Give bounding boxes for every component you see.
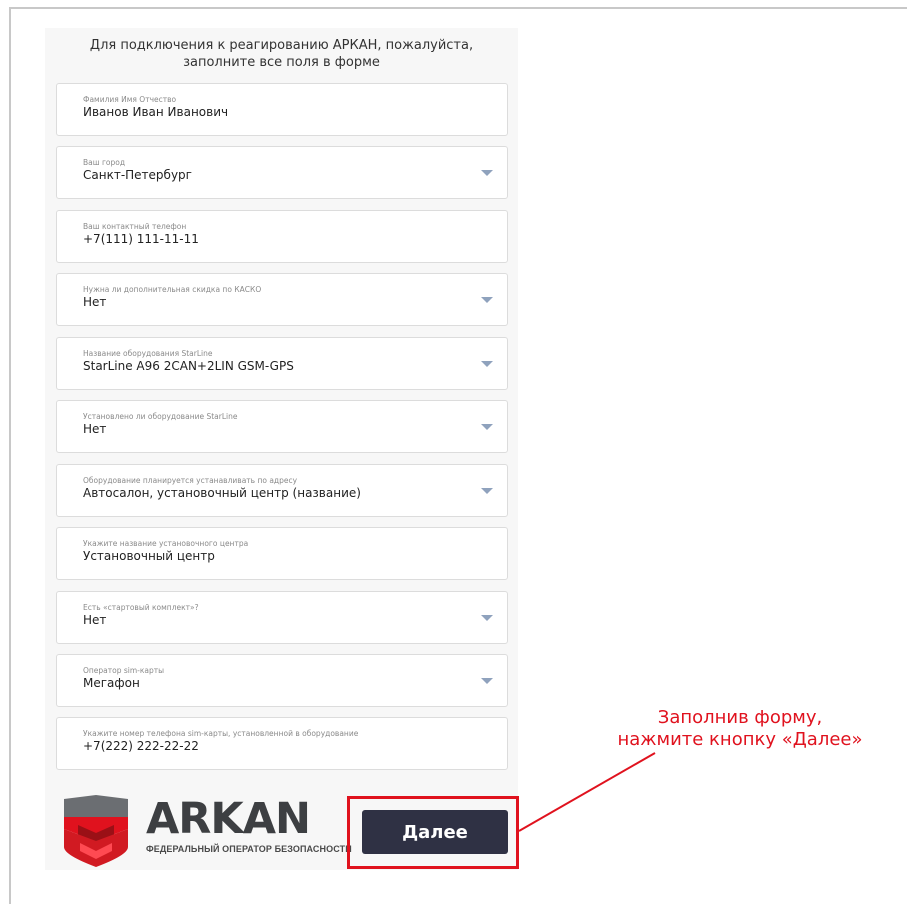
field-value: Мегафон: [83, 676, 140, 690]
field-value: Иванов Иван Иванович: [83, 105, 229, 119]
chevron-down-icon: [481, 615, 493, 621]
field-value: Нет: [83, 613, 107, 627]
install-center-name-field[interactable]: Укажите название установочного центра Ус…: [56, 527, 508, 580]
kasko-discount-select[interactable]: Нужна ли дополнительная скидка по КАСКО …: [56, 273, 508, 326]
field-label: Нужна ли дополнительная скидка по КАСКО: [83, 285, 262, 294]
starter-kit-select[interactable]: Есть «стартовый комплект»? Нет: [56, 591, 508, 644]
field-label: Есть «стартовый комплект»?: [83, 603, 199, 612]
logo-tagline: ФЕДЕРАЛЬНЫЙ ОПЕРАТОР БЕЗОПАСНОСТИ: [146, 844, 352, 854]
chevron-down-icon: [481, 361, 493, 367]
field-value: Установочный центр: [83, 549, 215, 563]
chevron-down-icon: [481, 170, 493, 176]
equipment-name-select[interactable]: Название оборудования StarLine StarLine …: [56, 337, 508, 390]
callout-line-2: нажмите кнопку «Далее»: [617, 729, 863, 750]
field-value: Санкт-Петербург: [83, 168, 192, 182]
field-label: Фамилия Имя Отчество: [83, 95, 177, 104]
field-label: Установлено ли оборудование StarLine: [83, 412, 238, 421]
next-button[interactable]: Далее: [362, 810, 508, 854]
field-value: Нет: [83, 295, 107, 309]
field-value: Автосалон, установочный центр (название): [83, 486, 361, 500]
intro-line-2: заполните все поля в форме: [183, 55, 380, 70]
full-name-field[interactable]: Фамилия Имя Отчество Иванов Иван Иванови…: [56, 83, 508, 136]
field-label: Ваш город: [83, 158, 126, 167]
callout-line-1: Заполнив форму,: [657, 707, 823, 728]
contact-phone-field[interactable]: Ваш контактный телефон +7(111) 111-11-11: [56, 210, 508, 263]
field-label: Оператор sim-карты: [83, 666, 165, 675]
chevron-down-icon: [481, 678, 493, 684]
chevron-down-icon: [481, 488, 493, 494]
install-address-select[interactable]: Оборудование планируется устанавливать п…: [56, 464, 508, 517]
field-label: Оборудование планируется устанавливать п…: [83, 476, 298, 485]
intro-line-1: Для подключения к реагированию АРКАН, по…: [89, 38, 474, 53]
field-value: +7(111) 111-11-11: [83, 232, 199, 246]
field-label: Название оборудования StarLine: [83, 349, 213, 358]
field-value: Нет: [83, 422, 107, 436]
chevron-down-icon: [481, 424, 493, 430]
field-label: Укажите название установочного центра: [83, 539, 249, 548]
field-value: +7(222) 222-22-22: [83, 739, 199, 753]
sim-operator-select[interactable]: Оператор sim-карты Мегафон: [56, 654, 508, 707]
form-intro: Для подключения к реагированию АРКАН, по…: [45, 37, 518, 71]
equipment-installed-select[interactable]: Установлено ли оборудование StarLine Нет: [56, 400, 508, 453]
logo-wordmark: ARKAN: [146, 794, 311, 844]
field-label: Ваш контактный телефон: [83, 222, 187, 231]
chevron-down-icon: [481, 297, 493, 303]
field-label: Укажите номер телефона sim-карты, устано…: [83, 729, 359, 738]
city-select[interactable]: Ваш город Санкт-Петербург: [56, 146, 508, 199]
sim-phone-field[interactable]: Укажите номер телефона sim-карты, устано…: [56, 717, 508, 770]
instruction-callout: Заполнив форму, нажмите кнопку «Далее»: [572, 707, 907, 751]
field-value: StarLine A96 2CAN+2LIN GSM-GPS: [83, 359, 294, 373]
